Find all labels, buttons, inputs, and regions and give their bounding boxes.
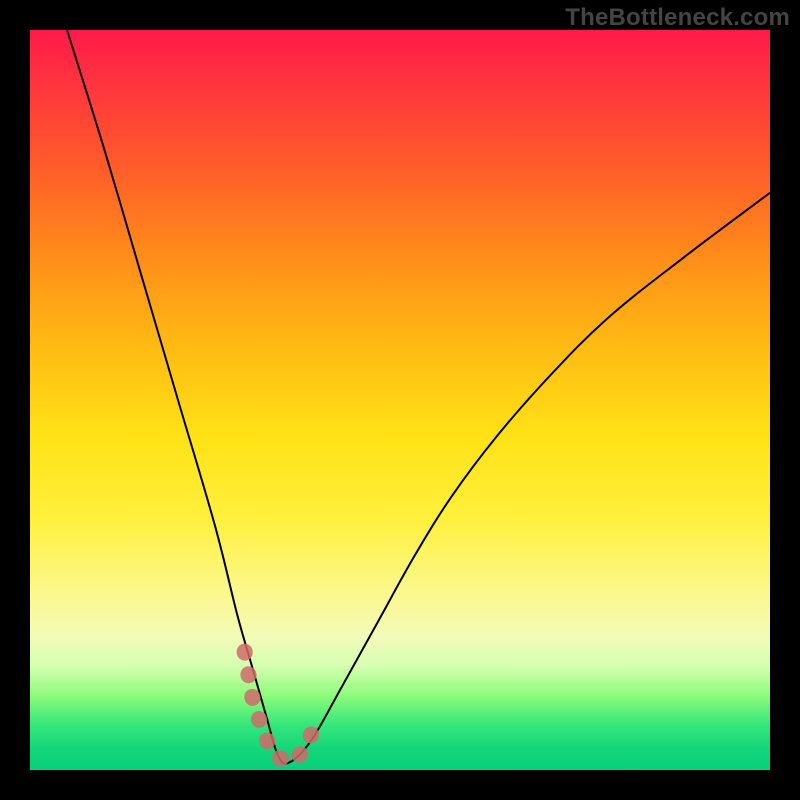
optimal-range-marker [245, 652, 315, 763]
bottleneck-curve [67, 30, 770, 764]
watermark-text: TheBottleneck.com [565, 4, 790, 32]
chart-container: TheBottleneck.com [0, 0, 800, 800]
chart-svg [30, 30, 770, 770]
plot-area [30, 30, 770, 770]
